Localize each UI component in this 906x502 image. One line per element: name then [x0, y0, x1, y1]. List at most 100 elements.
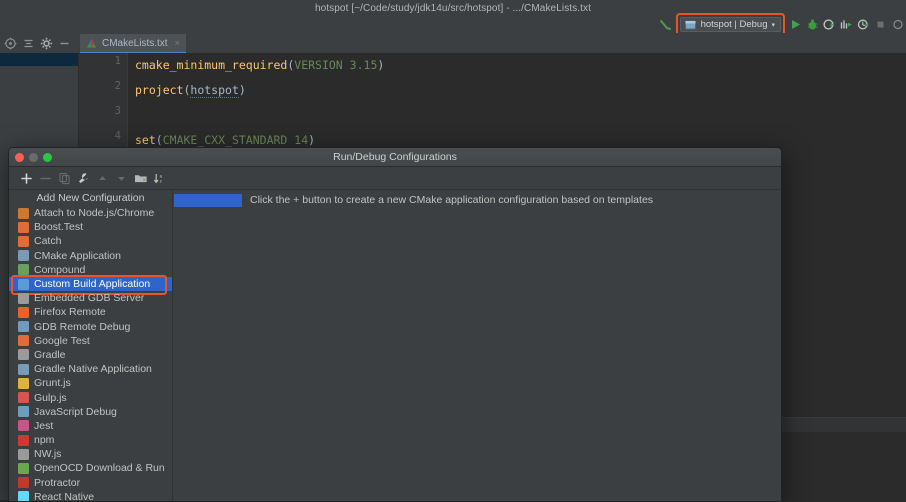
configuration-item-label: Gradle Native Application: [34, 363, 152, 376]
nodejs-attach-icon: [18, 207, 29, 219]
arrow-down-icon: [112, 169, 131, 188]
traffic-lights: [15, 153, 52, 162]
line-number: 4: [114, 130, 121, 142]
profile-icon[interactable]: [840, 18, 853, 31]
code-token: set: [135, 133, 156, 147]
code-token: 14: [294, 133, 309, 147]
line-number: 3: [114, 105, 121, 117]
code-token: cmake_minimum_required: [135, 58, 288, 72]
nwjs-icon: [18, 448, 29, 460]
configuration-list-item[interactable]: Embedded GDB Server: [9, 291, 172, 305]
configuration-list-item[interactable]: Compound: [9, 263, 172, 277]
gradle-icon: [18, 349, 29, 361]
code-line[interactable]: project(hotspot): [135, 78, 246, 103]
run-config-label: hotspot | Debug: [700, 19, 768, 30]
configuration-list-item[interactable]: CMake Application: [9, 249, 172, 263]
coverage-icon[interactable]: [823, 18, 836, 31]
tool-window-header-icons: [0, 33, 82, 53]
zoom-window-button[interactable]: [43, 153, 52, 162]
protractor-icon: [18, 477, 29, 489]
ide-window: hotspot [~/Code/study/jdk14u/src/hotspot…: [0, 0, 906, 502]
plus-icon[interactable]: [17, 169, 36, 188]
line-number: 1: [114, 55, 121, 67]
svg-text:z: z: [160, 178, 163, 183]
configuration-list-item[interactable]: Protractor: [9, 476, 172, 490]
editor-tab-cmakelists[interactable]: CMakeLists.txt ×: [80, 34, 186, 54]
configuration-items: Attach to Node.js/Chrome Boost.Test Catch C…: [9, 206, 172, 501]
list-header: Add New Configuration: [36, 192, 145, 204]
openocd-icon: [18, 462, 29, 474]
configuration-list-item[interactable]: Jest: [9, 419, 172, 433]
list-divider: [172, 190, 173, 501]
hide-icon[interactable]: [58, 37, 71, 50]
configuration-list-item[interactable]: Gulp.js: [9, 390, 172, 404]
jest-icon: [18, 420, 29, 432]
arrow-up-icon: [93, 169, 112, 188]
configuration-list-item[interactable]: JavaScript Debug: [9, 405, 172, 419]
configuration-list-item[interactable]: Google Test: [9, 334, 172, 348]
overflow-icon[interactable]: [891, 18, 904, 31]
code-token: hotspot: [190, 83, 239, 98]
run-configuration-selector[interactable]: hotspot | Debug ▾: [679, 17, 781, 32]
stop-icon: [874, 18, 887, 31]
gradle-native-icon: [18, 363, 29, 375]
configuration-list-item[interactable]: OpenOCD Download & Run: [9, 461, 172, 475]
editor-tab-strip: CMakeLists.txt ×: [0, 33, 906, 54]
configuration-template-list[interactable]: Add New Configuration Attach to Node.js/…: [9, 190, 172, 501]
cmake-app-icon: [18, 250, 29, 262]
collapse-all-icon[interactable]: [22, 37, 35, 50]
configuration-item-label: Protractor: [34, 476, 81, 489]
run-debug-configurations-dialog[interactable]: Run/Debug Configurations a z Add New Con…: [8, 147, 782, 502]
code-token: CMAKE_CXX_STANDARD: [162, 133, 288, 147]
configuration-list-item[interactable]: npm: [9, 433, 172, 447]
code-token: (: [155, 133, 163, 147]
minus-icon: [36, 169, 55, 188]
folder-icon[interactable]: [131, 169, 150, 188]
configuration-item-label: Boost.Test: [34, 221, 84, 234]
configuration-list-item[interactable]: React Native: [9, 490, 172, 501]
gulp-icon: [18, 392, 29, 404]
code-line[interactable]: cmake_minimum_required(VERSION 3.15): [135, 53, 384, 78]
configuration-list-item[interactable]: Boost.Test: [9, 220, 172, 234]
close-window-button[interactable]: [15, 153, 24, 162]
configuration-list-item[interactable]: NW.js: [9, 447, 172, 461]
close-icon[interactable]: ×: [175, 38, 180, 48]
code-token: 3.15: [349, 58, 378, 72]
react-native-icon: [18, 491, 29, 501]
embedded-gdb-icon: [18, 292, 29, 304]
editor-tab-label: CMakeLists.txt: [102, 37, 168, 49]
sort-az-icon[interactable]: a z: [150, 169, 169, 188]
configuration-item-label: Custom Build Application: [34, 278, 151, 291]
configuration-list-item[interactable]: Custom Build Application: [9, 274, 172, 295]
configuration-list-item[interactable]: Catch: [9, 234, 172, 248]
hammer-icon[interactable]: [659, 18, 672, 31]
project-tree-selected-row[interactable]: [0, 53, 78, 66]
code-token: ): [377, 58, 385, 72]
minimize-window-button[interactable]: [29, 153, 38, 162]
line-number: 2: [114, 80, 121, 92]
gdb-remote-icon: [18, 321, 29, 333]
configuration-list-item[interactable]: Firefox Remote: [9, 305, 172, 319]
dialog-body: Add New Configuration Attach to Node.js/…: [9, 190, 781, 501]
firefox-icon: [18, 306, 29, 318]
cmake-target-icon: [684, 18, 697, 31]
boost-test-icon: [18, 221, 29, 233]
configuration-list-item[interactable]: Attach to Node.js/Chrome: [9, 206, 172, 220]
configuration-item-label: Gulp.js: [34, 391, 67, 404]
configuration-list-item[interactable]: Gradle Native Application: [9, 362, 172, 376]
play-icon[interactable]: [789, 18, 802, 31]
configuration-item-label: NW.js: [34, 448, 62, 461]
configuration-list-item[interactable]: GDB Remote Debug: [9, 320, 172, 334]
settings-gear-icon[interactable]: [40, 37, 53, 50]
attach-icon[interactable]: [857, 18, 870, 31]
google-test-icon: [18, 335, 29, 347]
configuration-list-item[interactable]: Gradle: [9, 348, 172, 362]
configuration-item-label: Compound: [34, 263, 86, 276]
configuration-item-label: Google Test: [34, 334, 90, 347]
locate-icon[interactable]: [4, 37, 17, 50]
wrench-icon[interactable]: [74, 169, 93, 188]
configuration-list-item[interactable]: Grunt.js: [9, 376, 172, 390]
bug-icon[interactable]: [806, 18, 819, 31]
selection-indicator-bar: [174, 194, 249, 207]
